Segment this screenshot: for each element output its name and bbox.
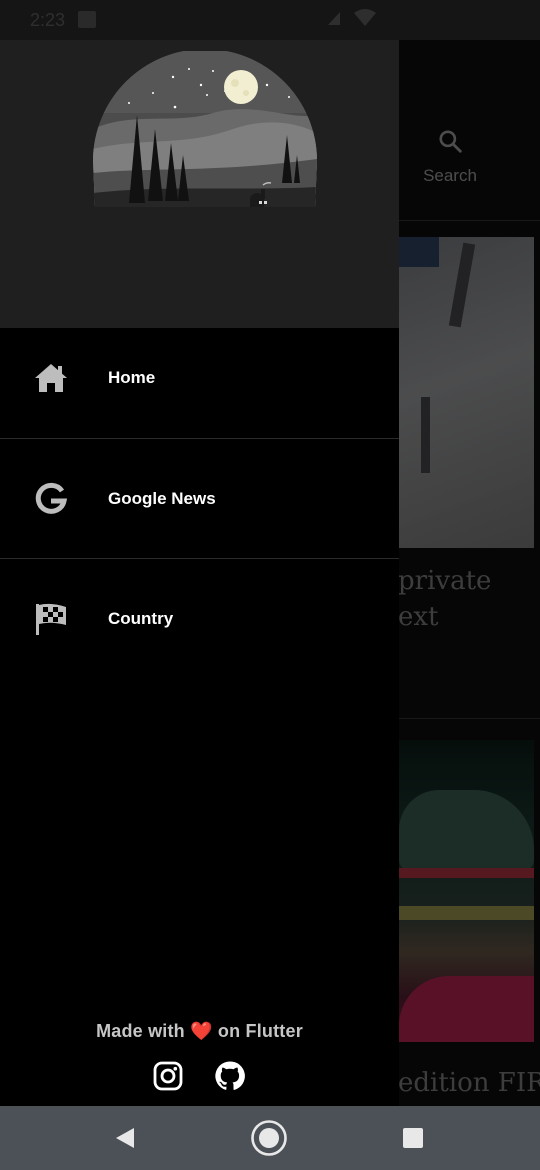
made-with-flutter-text: Made with ❤️ on Flutter [96,1021,303,1041]
status-time: 2:23 [30,10,66,30]
status-icons [326,9,376,27]
checkered-flag-icon [32,600,70,638]
drawer-item-label: Country [108,609,174,628]
home-icon [32,359,70,397]
back-icon [116,1128,134,1148]
recents-button[interactable] [393,1120,433,1156]
recents-icon [403,1128,423,1148]
system-navigation-bar [0,1106,540,1170]
drawer-item-label: Home [108,368,156,387]
drawer-header [0,40,399,328]
cellular-icon [328,12,340,25]
night-landscape-illustration [93,51,317,207]
github-icon[interactable] [212,1058,248,1094]
home-button[interactable] [249,1120,289,1156]
status-bar: 2:23 [0,0,540,40]
drawer-item-country[interactable]: Country [0,559,399,679]
wifi-icon [354,9,376,26]
drawer-item-home[interactable]: Home [0,318,399,438]
instagram-icon[interactable] [150,1058,186,1094]
drawer-item-google-news[interactable]: Google News [0,439,399,559]
notification-icon [78,11,96,28]
back-button[interactable] [105,1120,145,1156]
drawer-item-label: Google News [108,489,216,508]
home-circle-icon [251,1120,287,1156]
navigation-drawer: Home Google News Country Made with ❤️ on… [0,0,399,1106]
heart-icon: ❤️ [190,1021,213,1041]
google-icon [32,480,70,518]
